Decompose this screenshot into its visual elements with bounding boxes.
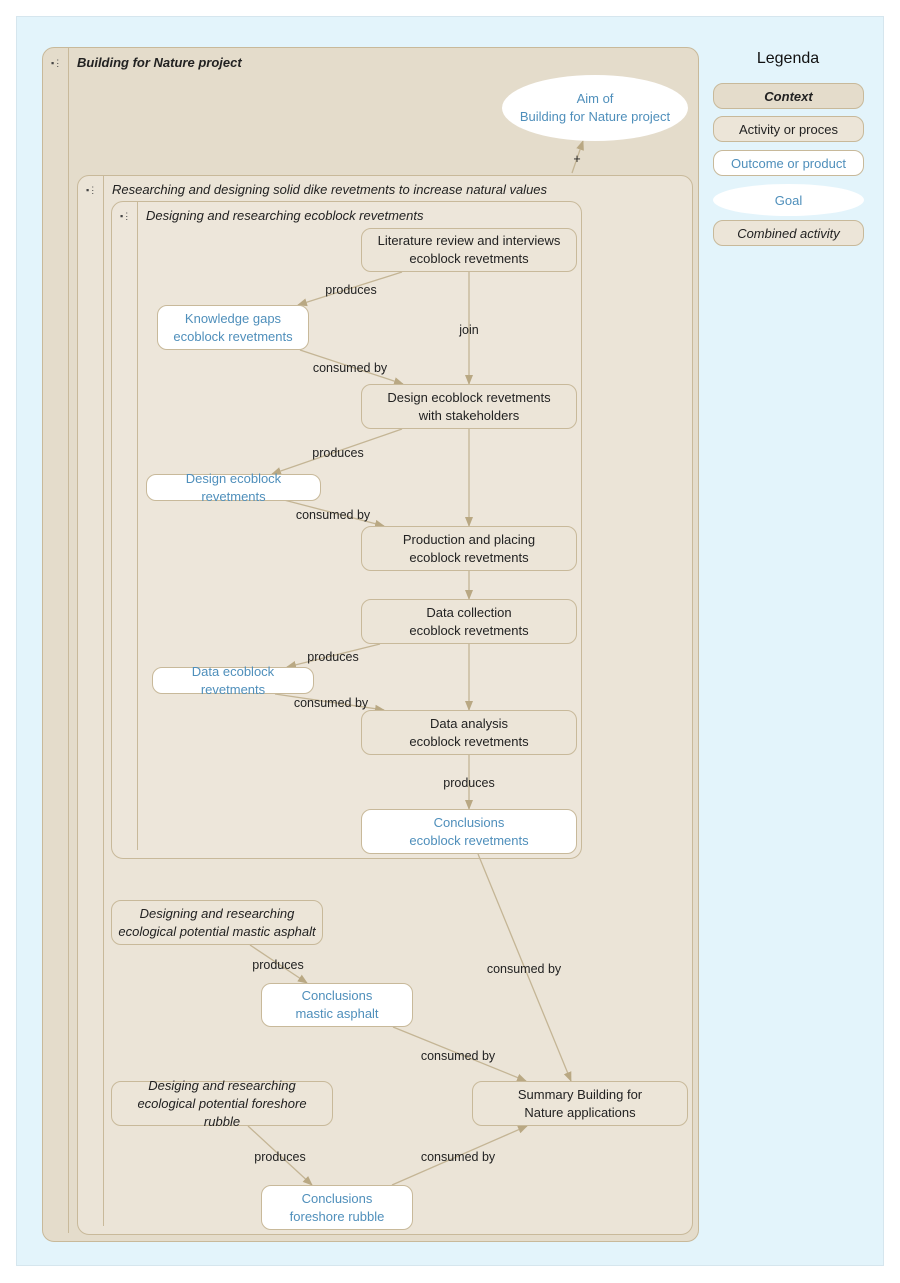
outcome-conclusions-ecoblock[interactable]: Conclusions ecoblock revetments: [361, 809, 577, 854]
edge-label-produces: produces: [312, 446, 364, 460]
activity-summary[interactable]: Summary Building for Nature applications: [472, 1081, 688, 1126]
outcome-data[interactable]: Data ecoblock revetments: [152, 664, 314, 697]
legend-goal: Goal: [713, 184, 864, 216]
outcome-conclusions-mastic[interactable]: Conclusions mastic asphalt: [261, 983, 413, 1027]
legend-context: Context: [713, 83, 864, 109]
outcome-design[interactable]: Design ecoblock revetments: [146, 471, 321, 504]
legend-title: Legenda: [756, 50, 820, 67]
edge-label-join: join: [459, 323, 479, 337]
activity-production[interactable]: Production and placing ecoblock revetmen…: [361, 526, 577, 571]
collapse-menu-icon[interactable]: ▪⋮: [51, 58, 62, 69]
edge-label-consumed-by: consumed by: [420, 1049, 496, 1063]
context-title: Designing and researching ecoblock revet…: [146, 208, 424, 223]
activity-data-analysis[interactable]: Data analysis ecoblock revetments: [361, 710, 577, 755]
context-rail: [68, 48, 69, 1233]
activity-data-collection[interactable]: Data collection ecoblock revetments: [361, 599, 577, 644]
edge-label-produces: produces: [254, 1150, 306, 1164]
goal-node[interactable]: Aim of Building for Nature project: [502, 75, 688, 141]
context-rail: [137, 202, 138, 850]
context-title: Researching and designing solid dike rev…: [112, 182, 548, 197]
context-rail: [103, 176, 104, 1226]
edge-label-consumed-by: consumed by: [420, 1150, 496, 1164]
context-title: Building for Nature project: [77, 55, 242, 70]
edge-label-produces: produces: [443, 776, 495, 790]
edge-label-consumed-by: consumed by: [295, 508, 371, 522]
activity-literature-review[interactable]: Literature review and interviews ecobloc…: [361, 228, 577, 272]
legend-outcome: Outcome or product: [713, 150, 864, 176]
edge-label-consumed-by: consumed by: [312, 361, 388, 375]
edge-label-produces: produces: [325, 283, 377, 297]
legend-combined: Combined activity: [713, 220, 864, 246]
edge-label-produces: produces: [307, 650, 359, 664]
edge-label-plus: +: [573, 152, 581, 166]
combined-foreshore-rubble[interactable]: Desiging and researching ecological pote…: [111, 1078, 333, 1129]
outcome-conclusions-foreshore[interactable]: Conclusions foreshore rubble: [261, 1185, 413, 1230]
activity-design-stakeholders[interactable]: Design ecoblock revetments with stakehol…: [361, 384, 577, 429]
outcome-knowledge-gaps[interactable]: Knowledge gaps ecoblock revetments: [157, 305, 309, 350]
collapse-menu-icon[interactable]: ▪⋮: [86, 185, 97, 196]
edge-label-produces: produces: [252, 958, 304, 972]
legend-activity: Activity or proces: [713, 116, 864, 142]
combined-mastic-asphalt[interactable]: Designing and researching ecological pot…: [111, 900, 323, 945]
edge-label-consumed-by: consumed by: [486, 962, 562, 976]
collapse-menu-icon[interactable]: ▪⋮: [120, 211, 131, 222]
